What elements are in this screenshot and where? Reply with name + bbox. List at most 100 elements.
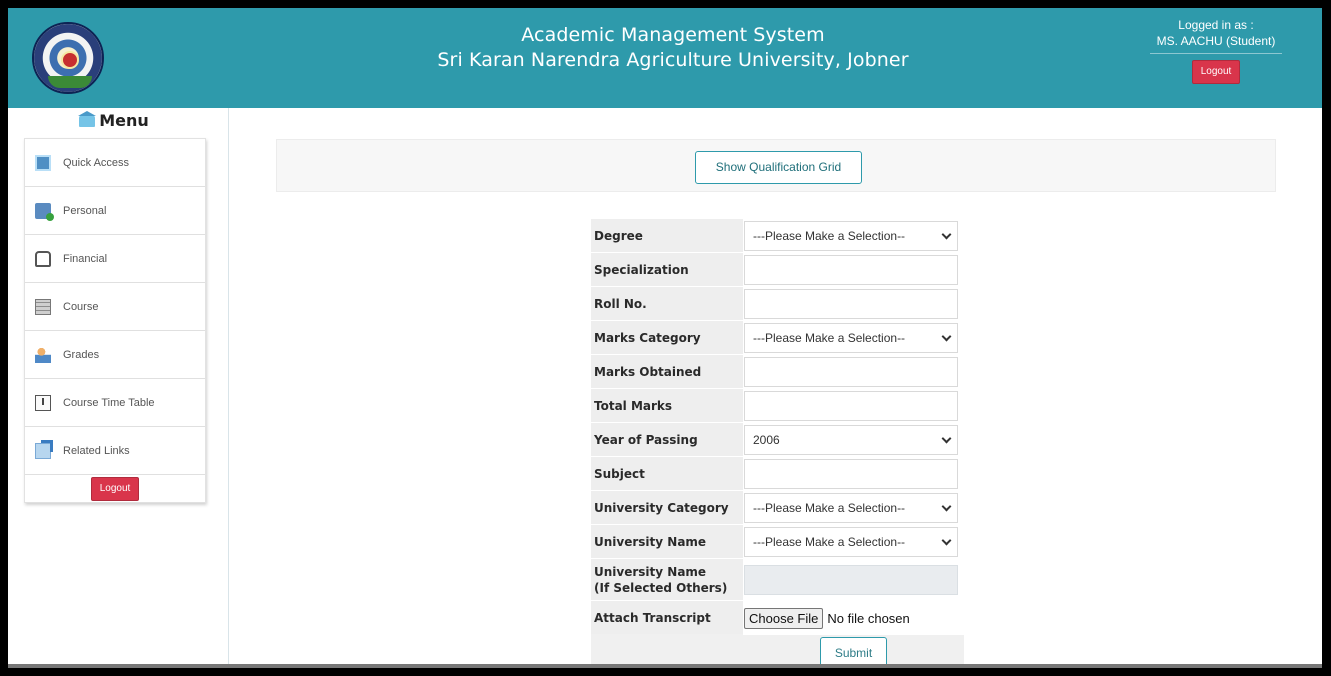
sidebar-item-label: Financial <box>63 252 108 265</box>
page-title: Academic Management System Sri Karan Nar… <box>368 23 978 73</box>
marks-category-row: Marks Category ---Please Make a Selectio… <box>591 321 964 355</box>
qualification-toolbar: Show Qualification Grid <box>276 139 1276 192</box>
roll-no-label: Roll No. <box>591 287 743 321</box>
year-of-passing-select[interactable]: 2006 <box>744 425 958 455</box>
menu-heading-label: Menu <box>99 111 149 130</box>
chevron-down-icon <box>941 331 952 342</box>
year-of-passing-selected-value: 2006 <box>753 433 780 447</box>
sidebar-item-quick-access[interactable]: Quick Access <box>25 139 205 187</box>
marks-obtained-input[interactable] <box>744 357 958 387</box>
sidebar-item-label: Course Time Table <box>63 396 155 409</box>
sidebar-menu: Quick Access Personal Financial Course G… <box>24 138 206 503</box>
login-panel: Logged in as : MS. AACHU (Student) Logou… <box>1132 17 1300 84</box>
choose-file-button[interactable]: Choose File <box>744 607 824 629</box>
specialization-row: Specialization <box>591 253 964 287</box>
logo-center <box>61 51 79 69</box>
degree-cell: ---Please Make a Selection-- <box>743 219 964 253</box>
university-name-others-cell <box>743 559 964 601</box>
personal-icon <box>35 202 54 221</box>
subject-input[interactable] <box>744 459 958 489</box>
university-category-selected-value: ---Please Make a Selection-- <box>753 501 906 515</box>
sidebar-item-grades[interactable]: Grades <box>25 331 205 379</box>
university-name-others-input <box>744 565 958 595</box>
label-line-2: (If Selected Others) <box>594 580 728 595</box>
attach-transcript-cell: Choose File No file chosen <box>743 601 964 635</box>
degree-label: Degree <box>591 219 743 253</box>
label-line-1: University Name <box>594 564 707 579</box>
total-marks-input[interactable] <box>744 391 958 421</box>
sidebar-logout-row: Logout <box>25 475 205 503</box>
total-marks-label: Total Marks <box>591 389 743 423</box>
file-status: No file chosen <box>827 610 910 626</box>
specialization-input[interactable] <box>744 255 958 285</box>
subject-label: Subject <box>591 457 743 491</box>
roll-no-cell <box>743 287 964 321</box>
university-category-select[interactable]: ---Please Make a Selection-- <box>744 493 958 523</box>
course-icon <box>35 298 51 315</box>
marks-category-select[interactable]: ---Please Make a Selection-- <box>744 323 958 353</box>
chevron-down-icon <box>941 433 952 444</box>
bottom-scrollbar[interactable] <box>8 664 1322 668</box>
header-logout-button[interactable]: Logout <box>1191 60 1241 84</box>
related-links-icon <box>35 439 53 459</box>
home-icon <box>78 111 97 127</box>
marks-category-selected-value: ---Please Make a Selection-- <box>753 331 906 345</box>
total-marks-cell <box>743 389 964 423</box>
transcript-file-picker: Choose File No file chosen <box>744 603 910 633</box>
application-window: Academic Management System Sri Karan Nar… <box>8 8 1322 668</box>
sidebar-item-related-links[interactable]: Related Links <box>25 427 205 475</box>
sidebar-item-personal[interactable]: Personal <box>25 187 205 235</box>
university-name-others-row: University Name (If Selected Others) <box>591 559 964 601</box>
year-of-passing-label: Year of Passing <box>591 423 743 457</box>
university-name-label: University Name <box>591 525 743 559</box>
sidebar-item-label: Course <box>63 300 99 313</box>
attach-transcript-row: Attach Transcript Choose File No file ch… <box>591 601 964 635</box>
university-category-cell: ---Please Make a Selection-- <box>743 491 964 525</box>
university-name-others-label: University Name (If Selected Others) <box>591 559 743 601</box>
show-qualification-grid-button[interactable]: Show Qualification Grid <box>695 151 862 184</box>
university-name-select[interactable]: ---Please Make a Selection-- <box>744 527 958 557</box>
university-logo <box>32 22 104 94</box>
sidebar-divider <box>228 108 229 668</box>
submit-row-label-space <box>591 634 743 668</box>
degree-row: Degree ---Please Make a Selection-- <box>591 219 964 253</box>
grades-icon <box>35 346 51 363</box>
total-marks-row: Total Marks <box>591 389 964 423</box>
sidebar: Menu Quick Access Personal Financial Cou… <box>22 108 206 503</box>
marks-obtained-cell <box>743 355 964 389</box>
sidebar-item-financial[interactable]: Financial <box>25 235 205 283</box>
course-time-table-icon <box>35 394 51 411</box>
roll-no-input[interactable] <box>744 289 958 319</box>
chevron-down-icon <box>941 229 952 240</box>
sidebar-item-label: Related Links <box>63 444 130 457</box>
chevron-down-icon <box>941 501 952 512</box>
sidebar-logout-button[interactable]: Logout <box>90 476 140 501</box>
university-category-label: University Category <box>591 491 743 525</box>
marks-obtained-label: Marks Obtained <box>591 355 743 389</box>
logo-leaves <box>48 76 92 88</box>
marks-category-cell: ---Please Make a Selection-- <box>743 321 964 355</box>
subject-cell <box>743 457 964 491</box>
marks-category-label: Marks Category <box>591 321 743 355</box>
sidebar-item-label: Grades <box>63 348 100 361</box>
degree-select[interactable]: ---Please Make a Selection-- <box>744 221 958 251</box>
sidebar-item-label: Quick Access <box>63 156 130 169</box>
university-name: Sri Karan Narendra Agriculture Universit… <box>437 49 909 71</box>
logged-in-user: MS. AACHU (Student) <box>1156 34 1276 48</box>
specialization-label: Specialization <box>591 253 743 287</box>
logged-in-label: Logged in as : <box>1178 18 1254 32</box>
specialization-cell <box>743 253 964 287</box>
year-of-passing-cell: 2006 <box>743 423 964 457</box>
university-category-row: University Category ---Please Make a Sel… <box>591 491 964 525</box>
university-name-row: University Name ---Please Make a Selecti… <box>591 525 964 559</box>
sidebar-item-course-time-table[interactable]: Course Time Table <box>25 379 205 427</box>
attach-transcript-label: Attach Transcript <box>591 601 743 635</box>
degree-selected-value: ---Please Make a Selection-- <box>753 229 906 243</box>
chevron-down-icon <box>941 535 952 546</box>
subject-row: Subject <box>591 457 964 491</box>
qualification-form: Degree ---Please Make a Selection-- Spec… <box>591 219 964 668</box>
sidebar-item-course[interactable]: Course <box>25 283 205 331</box>
label-stack: University Name (If Selected Others) <box>594 564 727 596</box>
university-name-cell: ---Please Make a Selection-- <box>743 525 964 559</box>
system-title: Academic Management System <box>521 24 825 46</box>
